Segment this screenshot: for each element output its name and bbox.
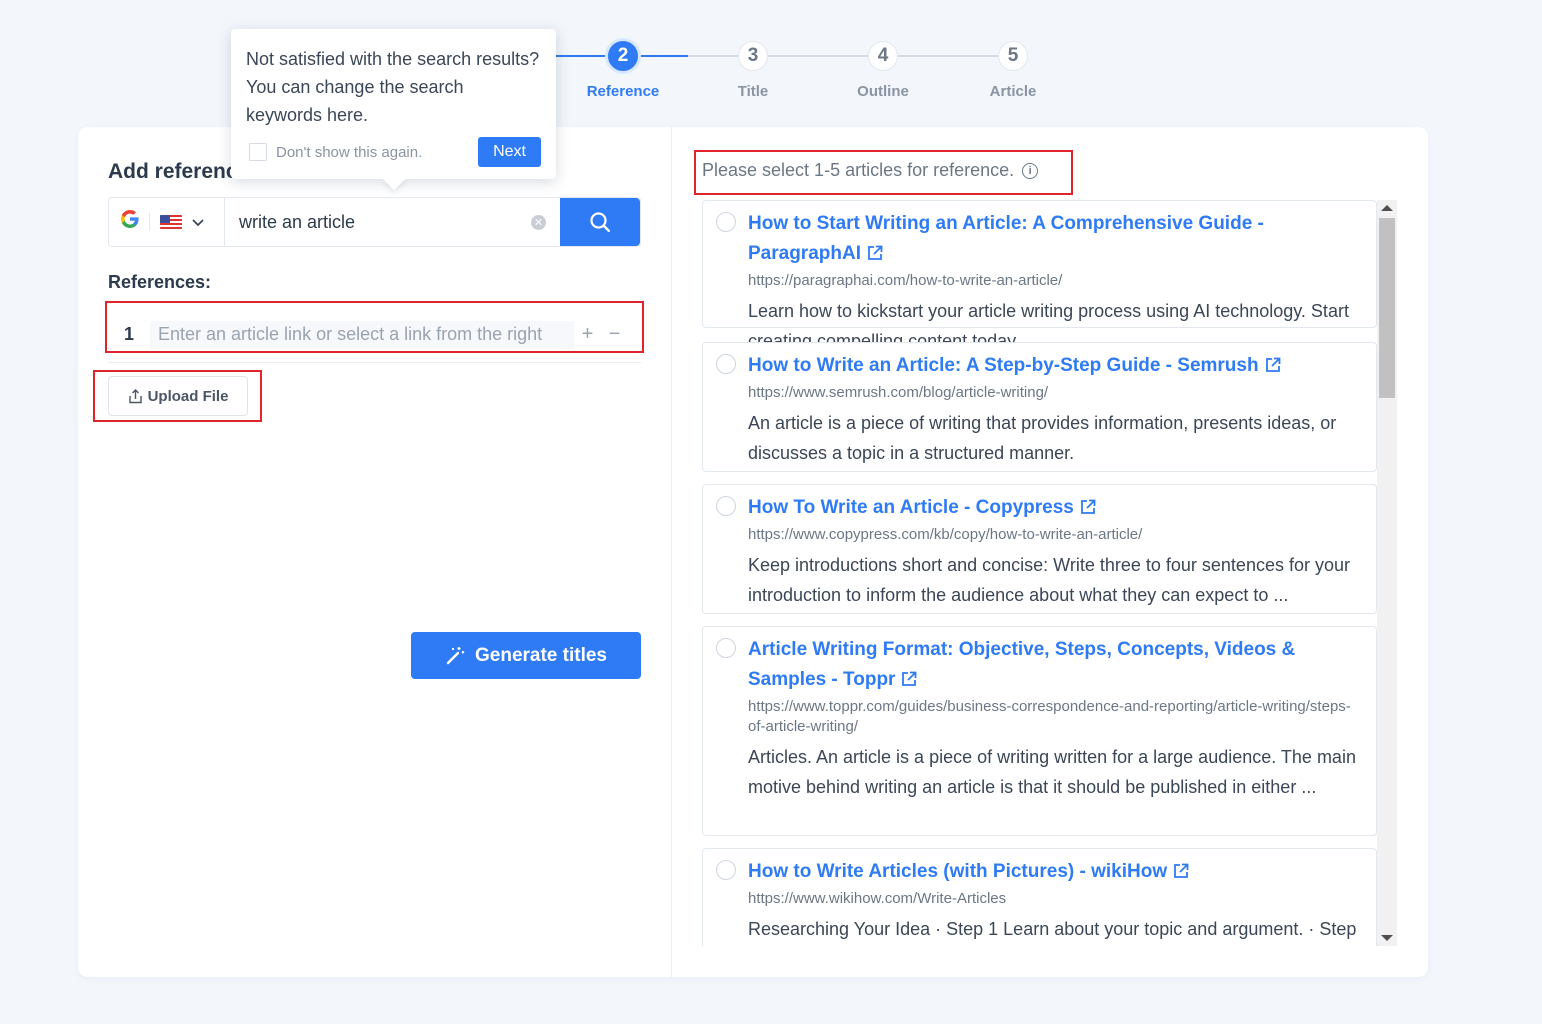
search-icon <box>590 212 610 232</box>
step-number: 4 <box>868 41 898 71</box>
search-tip-popover: Not satisfied with the search results? Y… <box>231 29 556 179</box>
step-number: 5 <box>998 41 1028 71</box>
result-item[interactable]: Article Writing Format: Objective, Steps… <box>702 626 1377 836</box>
magic-wand-icon <box>446 646 465 664</box>
search-input[interactable] <box>239 211 531 233</box>
step-label: Outline <box>857 83 909 100</box>
step-reference[interactable]: 2 Reference <box>558 41 688 100</box>
step-label: Title <box>737 83 769 100</box>
highlight-box <box>694 150 1073 195</box>
result-title-link[interactable]: How to Start Writing an Article: A Compr… <box>748 209 1364 269</box>
result-radio[interactable] <box>716 860 736 880</box>
result-radio[interactable] <box>716 212 736 232</box>
panel-divider <box>671 127 672 977</box>
step-number: 3 <box>738 41 768 71</box>
step-outline[interactable]: 4 Outline <box>818 41 948 100</box>
search-engine-selector[interactable] <box>109 198 225 246</box>
search-button[interactable] <box>560 198 640 246</box>
search-tip-text: Not satisfied with the search results? Y… <box>246 49 540 125</box>
result-description: Articles. An article is a piece of writi… <box>748 747 1356 797</box>
result-title-link[interactable]: Article Writing Format: Objective, Steps… <box>748 635 1364 695</box>
scroll-thumb[interactable] <box>1379 218 1395 398</box>
us-flag-icon <box>160 215 182 229</box>
search-box: ✕ <box>108 197 641 247</box>
search-results-list[interactable]: How to Start Writing an Article: A Compr… <box>702 200 1397 946</box>
external-link-icon[interactable] <box>1265 357 1281 373</box>
result-title-link[interactable]: How To Write an Article - Copypress <box>748 493 1364 523</box>
step-label: Article <box>989 83 1037 100</box>
result-url: https://www.wikihow.com/Write-Articles <box>748 890 1007 907</box>
result-item[interactable]: How to Start Writing an Article: A Compr… <box>702 200 1377 351</box>
step-label: Reference <box>586 83 660 100</box>
checkbox[interactable] <box>249 143 267 161</box>
result-item[interactable]: How to Write Articles (with Pictures) - … <box>702 848 1377 946</box>
step-title[interactable]: 3 Title <box>688 41 818 100</box>
result-item[interactable]: How to Write an Article: A Step-by-Step … <box>702 342 1377 472</box>
highlight-box <box>93 370 262 422</box>
separator <box>149 213 150 231</box>
result-radio[interactable] <box>716 638 736 658</box>
result-title-link[interactable]: How to Write an Article: A Step-by-Step … <box>748 351 1364 381</box>
next-button[interactable]: Next <box>478 137 541 167</box>
result-radio[interactable] <box>716 496 736 516</box>
external-link-icon[interactable] <box>901 671 917 687</box>
generate-titles-label: Generate titles <box>475 644 607 666</box>
result-description: Keep introductions short and concise: Wr… <box>748 555 1350 605</box>
generate-titles-button[interactable]: Generate titles <box>411 632 641 679</box>
google-icon <box>121 210 139 234</box>
results-scrollbar[interactable] <box>1377 200 1397 946</box>
highlight-box <box>105 301 644 353</box>
result-url: https://www.semrush.com/blog/article-wri… <box>748 384 1049 401</box>
result-radio[interactable] <box>716 354 736 374</box>
step-number: 2 <box>608 41 638 71</box>
dont-show-again-label: Don't show this again. <box>276 143 423 161</box>
dont-show-again-checkbox[interactable]: Don't show this again. <box>249 143 422 161</box>
step-article[interactable]: 5 Article <box>948 41 1078 100</box>
result-description: An article is a piece of writing that pr… <box>748 413 1337 463</box>
external-link-icon[interactable] <box>1173 863 1189 879</box>
chevron-down-icon <box>192 215 204 230</box>
scroll-down-arrow-icon[interactable] <box>1381 935 1393 941</box>
search-input-wrap: ✕ <box>225 198 560 246</box>
external-link-icon[interactable] <box>1080 499 1096 515</box>
result-title-link[interactable]: How to Write Articles (with Pictures) - … <box>748 857 1364 887</box>
result-description: Researching Your Idea · Step 1 Learn abo… <box>748 919 1357 939</box>
result-url: https://www.copypress.com/kb/copy/how-to… <box>748 526 1143 543</box>
result-url: https://www.toppr.com/guides/business-co… <box>748 698 1351 735</box>
references-label: References: <box>108 272 212 292</box>
main-card: Add references ✕ References <box>78 127 1428 977</box>
result-url: https://paragraphai.com/how-to-write-an-… <box>748 272 1063 289</box>
clear-icon[interactable]: ✕ <box>531 214 546 230</box>
external-link-icon[interactable] <box>867 245 883 261</box>
result-item[interactable]: How To Write an Article - Copypress http… <box>702 484 1377 614</box>
scroll-up-arrow-icon[interactable] <box>1381 205 1393 211</box>
